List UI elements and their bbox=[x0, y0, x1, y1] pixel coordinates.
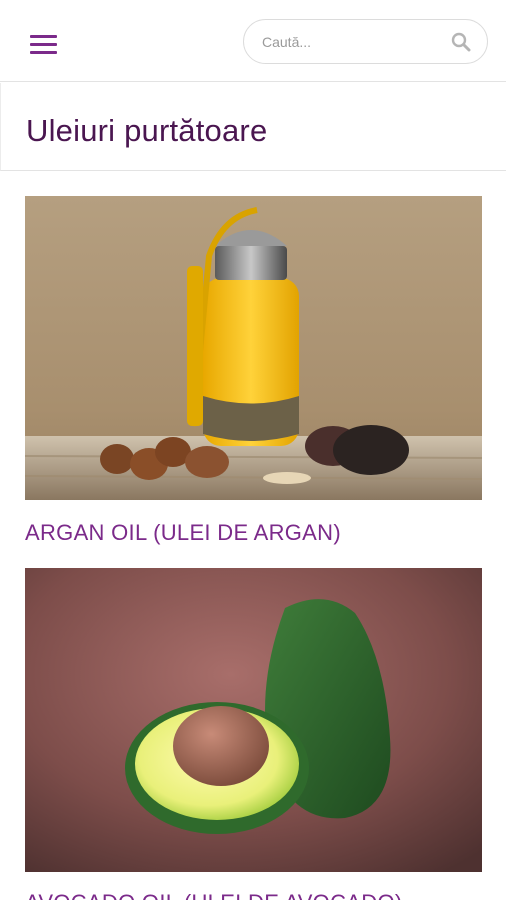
top-bar bbox=[0, 0, 506, 82]
search-box[interactable] bbox=[243, 19, 488, 64]
hamburger-menu-icon[interactable] bbox=[30, 35, 58, 57]
avocado-oil-image[interactable] bbox=[25, 568, 482, 872]
page-title: Uleiuri purtătoare bbox=[26, 113, 268, 148]
product-title-argan[interactable]: ARGAN OIL (ULEI DE ARGAN) bbox=[25, 520, 341, 546]
product-title-avocado[interactable]: AVOCADO OIL (ULEI DE AVOCADO) bbox=[25, 890, 402, 900]
argan-oil-image[interactable] bbox=[25, 196, 482, 500]
search-icon[interactable] bbox=[451, 32, 471, 52]
search-input[interactable] bbox=[262, 20, 442, 63]
